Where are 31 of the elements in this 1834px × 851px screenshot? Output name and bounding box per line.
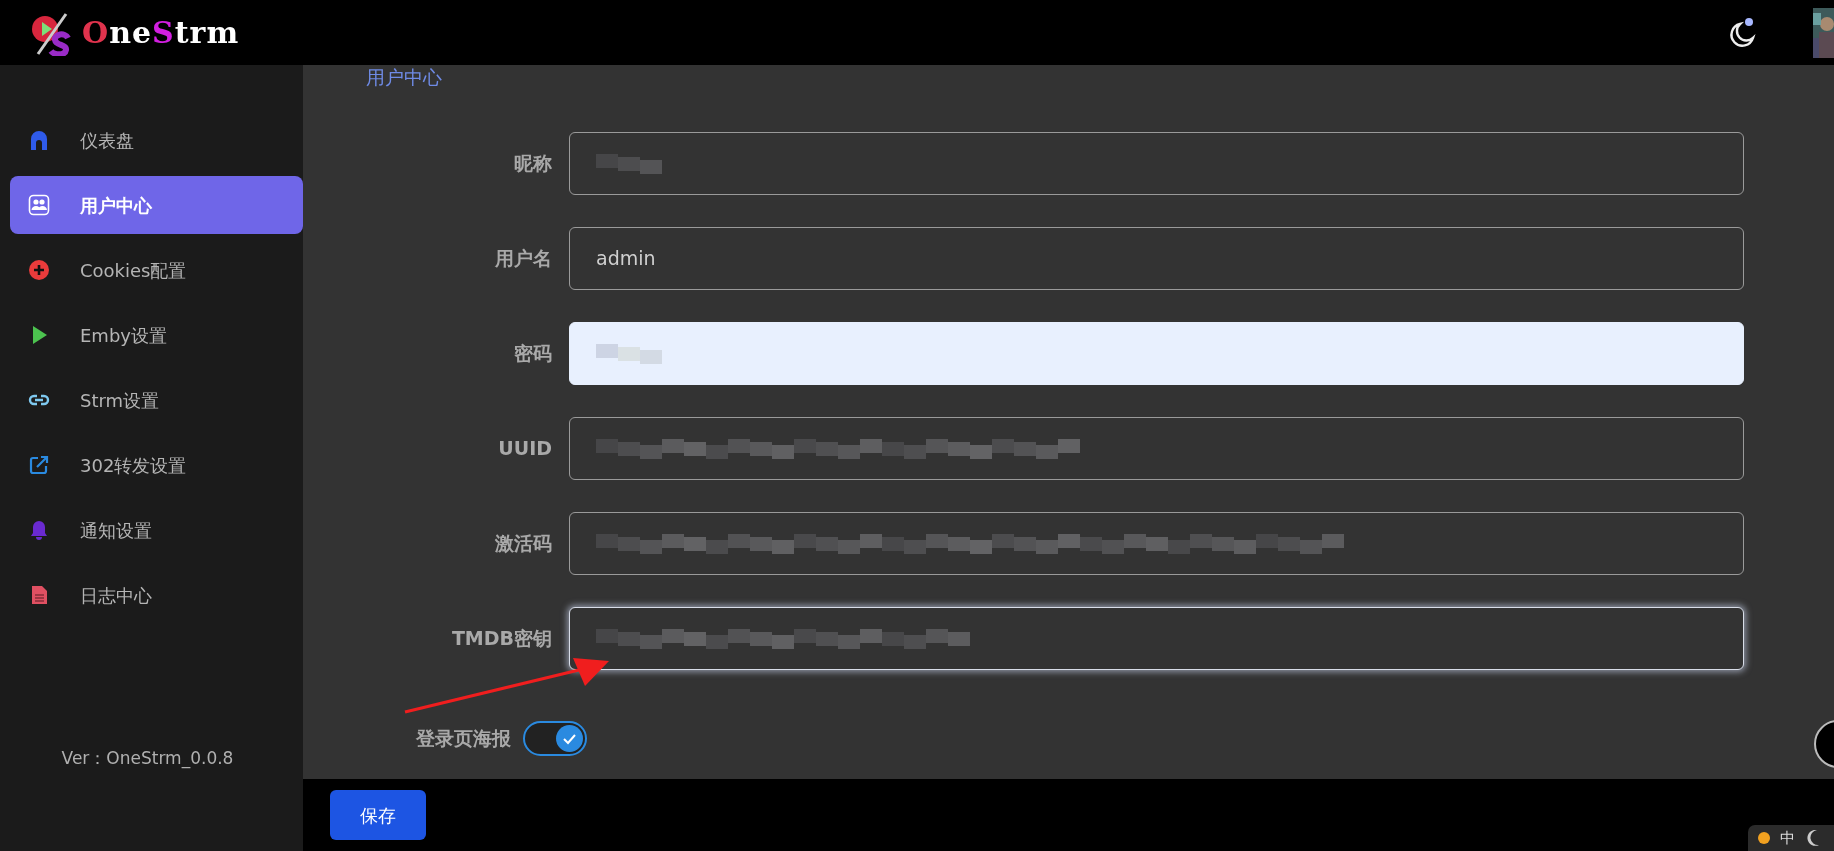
sidebar-item[interactable]: 日志中心	[10, 566, 303, 624]
dark-mode-icon[interactable]	[1728, 16, 1758, 49]
moon-icon[interactable]	[1805, 830, 1819, 846]
input-field[interactable]	[569, 132, 1744, 195]
input-field[interactable]: admin	[569, 227, 1744, 290]
field-label: TMDB密钥	[450, 626, 552, 652]
version-text: Ver：OneStrm_0.0.8	[60, 746, 235, 771]
input-field[interactable]	[569, 512, 1744, 575]
sidebar-item[interactable]: 通知设置	[10, 501, 303, 559]
field-label: UUID	[497, 436, 552, 462]
status-dot-icon	[1758, 832, 1770, 844]
input-mode-text[interactable]: 中	[1780, 826, 1795, 850]
input-field[interactable]	[569, 417, 1744, 480]
sidebar-item[interactable]: 用户中心	[10, 176, 303, 234]
field-label: 密码	[513, 341, 552, 367]
toggle-label: 登录页海报	[416, 726, 511, 752]
field-label: 激活码	[494, 531, 552, 557]
sidebar-item[interactable]: Cookies配置	[10, 241, 303, 299]
field-label: 昵称	[513, 151, 552, 177]
redacted-value-drawing	[596, 153, 662, 174]
field-label: 用户名	[494, 246, 552, 272]
save-button[interactable]: 保存	[330, 790, 426, 840]
app-logo-text: OneStrm	[82, 14, 240, 52]
sidebar-item[interactable]: Strm设置	[10, 371, 303, 429]
sidebar-item[interactable]: 仪表盘	[10, 111, 303, 169]
toggle-switch[interactable]	[523, 721, 587, 756]
check-icon	[556, 725, 583, 752]
sidebar-item[interactable]: Emby设置	[10, 306, 303, 364]
redacted-value-drawing	[596, 343, 662, 364]
sidebar-item[interactable]: 302转发设置	[10, 436, 303, 494]
page-title: 用户中心	[366, 65, 443, 89]
